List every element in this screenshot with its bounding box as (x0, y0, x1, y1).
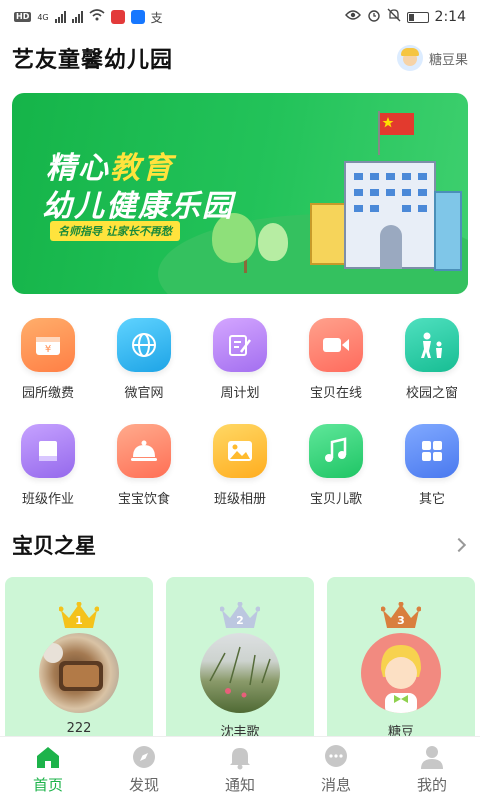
tab-label: 发现 (128, 776, 159, 794)
section-title: 宝贝之星 (12, 534, 96, 558)
crown-icon: 3 (380, 601, 422, 630)
eye-icon (344, 9, 361, 25)
stars-section-header[interactable]: 宝贝之星 (12, 527, 468, 563)
app-notification-icon-2 (130, 10, 145, 24)
bottom-tab-bar: 首页 发现 通知 消息 我的 (0, 736, 480, 800)
signal-icon-2 (71, 11, 83, 23)
stars-carousel: 1 222 2 沈丰歌 3 糖豆 (0, 577, 480, 747)
banner-tagline: 名师指导 让家长不再愁 (50, 221, 180, 241)
avatar (396, 45, 423, 71)
rank-number: 1 (75, 614, 83, 627)
user-name: 糖豆果 (428, 52, 468, 68)
edit-document-icon (213, 318, 267, 372)
feature-baby-diet[interactable]: 宝宝饮食 (96, 424, 192, 524)
battery-icon (406, 11, 429, 23)
music-note-icon (309, 424, 363, 478)
tab-label: 消息 (320, 776, 351, 794)
star-card[interactable]: 3 糖豆 (327, 577, 475, 747)
tab-messages[interactable]: 消息 (288, 737, 384, 800)
feature-class-album[interactable]: 班级相册 (192, 424, 288, 524)
tab-mine[interactable]: 我的 (384, 737, 480, 800)
signal-icon (54, 11, 66, 23)
feature-others[interactable]: 其它 (384, 424, 480, 524)
feature-label: 校园之窗 (405, 386, 458, 401)
app-header: 艺友童馨幼儿园 糖豆果 (0, 40, 480, 76)
status-bar: HD 4G 支 2:14 (0, 0, 480, 34)
feature-class-homework[interactable]: 班级作业 (0, 424, 96, 524)
feature-campus-window[interactable]: 校园之窗 (384, 318, 480, 418)
building-main (344, 161, 436, 269)
compass-icon (133, 746, 155, 768)
yen-wallet-icon: ¥ (21, 318, 75, 372)
star-card[interactable]: 2 沈丰歌 (166, 577, 314, 747)
tab-label: 首页 (32, 776, 63, 794)
wifi-icon (89, 9, 105, 25)
feature-fee-payment[interactable]: ¥ 园所缴费 (0, 318, 96, 418)
bell-icon (230, 748, 250, 770)
chat-bubble-icon (325, 745, 347, 767)
rank-number: 3 (397, 614, 405, 627)
video-camera-icon (309, 318, 363, 372)
feature-baby-online[interactable]: 宝贝在线 (288, 318, 384, 418)
grid-apps-icon (405, 424, 459, 478)
user-profile-chip[interactable]: 糖豆果 (396, 45, 468, 71)
star-name: 222 (66, 721, 92, 736)
feature-label: 宝宝饮食 (117, 492, 170, 507)
svg-text:¥: ¥ (45, 344, 51, 355)
building-left (310, 203, 346, 265)
tab-notice[interactable]: 通知 (192, 737, 288, 800)
alipay-icon: 支 (150, 10, 163, 25)
star-photo (200, 633, 280, 713)
alarm-icon (367, 8, 381, 26)
food-cloche-icon (117, 424, 171, 478)
crown-icon: 1 (58, 601, 100, 630)
feature-label: 园所缴费 (21, 386, 74, 401)
photo-album-icon (213, 424, 267, 478)
app-notification-icon (110, 10, 125, 24)
feature-label: 其它 (418, 492, 445, 507)
tab-home[interactable]: 首页 (0, 737, 96, 800)
feature-nursery-songs[interactable]: 宝贝儿歌 (288, 424, 384, 524)
feature-label: 班级作业 (21, 492, 74, 507)
flag-icon (380, 113, 414, 135)
feature-label: 周计划 (220, 386, 260, 401)
book-icon (21, 424, 75, 478)
clock-time: 2:14 (434, 9, 466, 25)
banner-headline-2: 幼儿健康乐园 (42, 189, 234, 224)
hd-badge: HD (14, 12, 32, 22)
star-photo (361, 633, 441, 713)
crown-icon: 2 (219, 601, 261, 630)
chevron-right-icon[interactable] (451, 537, 467, 553)
feature-weekly-plan[interactable]: 周计划 (192, 318, 288, 418)
person-icon (421, 746, 443, 769)
rank-number: 2 (236, 614, 244, 627)
star-photo (39, 633, 119, 713)
globe-icon (117, 318, 171, 372)
promo-banner[interactable]: 精心教育 幼儿健康乐园 名师指导 让家长不再愁 (12, 93, 468, 294)
tree-decoration-2 (258, 223, 288, 261)
feature-label: 班级相册 (213, 492, 266, 507)
building-right (434, 191, 462, 271)
page-title: 艺友童馨幼儿园 (12, 48, 174, 73)
feature-micro-site[interactable]: 微官网 (96, 318, 192, 418)
star-card[interactable]: 1 222 (5, 577, 153, 747)
feature-label: 宝贝在线 (309, 386, 362, 401)
mute-bell-icon (387, 8, 401, 26)
tab-label: 通知 (224, 776, 255, 794)
home-icon (37, 747, 59, 768)
feature-label: 微官网 (124, 386, 164, 401)
parent-child-icon (405, 318, 459, 372)
tab-discover[interactable]: 发现 (96, 737, 192, 800)
feature-label: 宝贝儿歌 (309, 492, 362, 507)
network-label: 4G (37, 12, 49, 22)
tab-label: 我的 (416, 776, 447, 794)
